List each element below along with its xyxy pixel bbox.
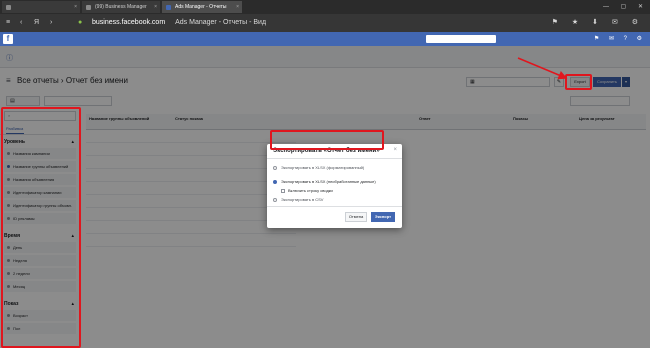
browser-tab-3-label: Ads Manager - Отчеты: [175, 4, 227, 10]
fb-toolbar-icons[interactable]: ⚑ ✉ ? ⚙: [594, 32, 646, 46]
forward-icon[interactable]: ›: [50, 18, 52, 28]
export-option-csv[interactable]: Экспортировать в CSV: [273, 196, 323, 203]
export-option-label: Экспортировать в XLSX (необработанные да…: [281, 179, 376, 184]
tab-favicon-icon: [86, 5, 91, 10]
facebook-top-bar: f ⚑ ✉ ? ⚙: [0, 32, 650, 46]
include-summary-checkbox[interactable]: Включить строку сводки: [281, 187, 333, 194]
browser-tab-strip: × (99) Business Manager × Ads Manager - …: [0, 0, 650, 14]
back-icon[interactable]: ‹: [20, 18, 22, 28]
export-dialog: Экспортировать «Отчет без имени» × Экспо…: [267, 144, 402, 228]
lock-icon: ●: [78, 19, 83, 26]
divider: [267, 206, 402, 207]
cancel-button[interactable]: Отмена: [345, 212, 367, 222]
radio-icon: [273, 198, 277, 202]
fb-search-input[interactable]: [426, 35, 496, 43]
tab-favicon-icon: [166, 5, 171, 10]
tab-close-icon[interactable]: ×: [236, 1, 239, 13]
tab-close-icon[interactable]: ×: [154, 1, 157, 13]
tab-close-icon[interactable]: ×: [74, 1, 77, 13]
address-bar: ≡ ‹ Я › ● business.facebook.com Ads Mana…: [0, 14, 650, 32]
reports-page: ⓘ ≡ Все отчеты › Отчет без имени ▦ ✎ Exp…: [0, 46, 650, 348]
browser-tab-3[interactable]: Ads Manager - Отчеты ×: [162, 1, 242, 13]
include-summary-label: Включить строку сводки: [288, 188, 333, 193]
confirm-export-button[interactable]: Экспорт: [371, 212, 395, 222]
browser-tab-2[interactable]: (99) Business Manager ×: [82, 1, 160, 13]
checkbox-icon: [281, 189, 285, 193]
sidebar-highlight-box: [1, 107, 81, 348]
tab-favicon-icon: [6, 5, 11, 10]
url-field[interactable]: business.facebook.com Ads Manager - Отче…: [92, 17, 266, 29]
export-option-label: Экспортировать в XLSX (форматированный): [281, 165, 365, 170]
divider: [267, 158, 402, 159]
export-option-xlsx-raw[interactable]: Экспортировать в XLSX (необработанные да…: [273, 178, 376, 185]
export-highlight-box: [565, 74, 592, 90]
export-option-label: Экспортировать в CSV: [281, 197, 324, 202]
radio-selected-icon: [273, 180, 277, 184]
window-controls[interactable]: — ▢ ✕: [603, 0, 648, 14]
browser-tab-1[interactable]: ×: [2, 1, 80, 13]
browser-logo-icon[interactable]: Я: [34, 18, 39, 28]
menu-icon[interactable]: ≡: [6, 18, 10, 28]
browser-tab-2-label: (99) Business Manager: [95, 4, 147, 10]
url-page-title: Ads Manager - Отчеты - Вид: [175, 19, 267, 26]
url-domain: business.facebook.com: [92, 19, 166, 26]
export-option-xlsx-formatted[interactable]: Экспортировать в XLSX (форматированный): [273, 164, 364, 171]
close-icon[interactable]: ×: [393, 147, 397, 153]
extension-icons[interactable]: ⚑ ★ ⬇ ✉ ⚙: [552, 18, 644, 28]
facebook-logo-icon[interactable]: f: [3, 34, 13, 44]
option-highlight-box: [270, 130, 384, 150]
radio-icon: [273, 166, 277, 170]
